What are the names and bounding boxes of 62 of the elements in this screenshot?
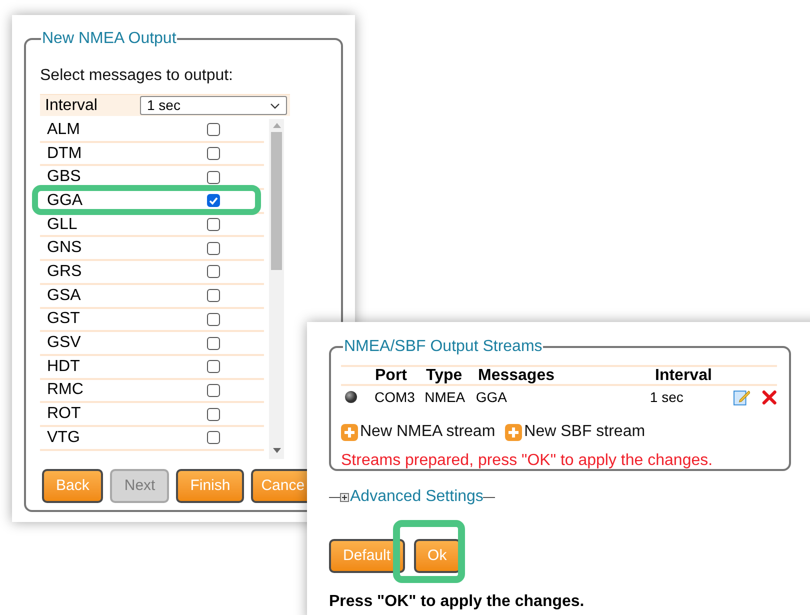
message-name: VTG bbox=[47, 428, 80, 448]
message-checkbox[interactable] bbox=[207, 170, 220, 184]
scrollbar[interactable] bbox=[269, 119, 284, 459]
section-legend: New NMEA Output bbox=[41, 27, 178, 51]
interval-label: Interval bbox=[45, 96, 98, 116]
message-checkbox[interactable] bbox=[207, 384, 220, 397]
message-checkbox[interactable] bbox=[207, 147, 220, 160]
chevron-down-icon bbox=[270, 102, 280, 108]
table-cell-text: 1 sec bbox=[650, 388, 684, 406]
add-stream-link[interactable]: New SBF stream bbox=[505, 420, 646, 444]
message-checkbox[interactable] bbox=[207, 408, 220, 421]
add-stream-link[interactable]: New NMEA stream bbox=[341, 420, 496, 444]
message-name: HDT bbox=[47, 356, 80, 377]
column-header: Messages bbox=[478, 366, 556, 386]
prompt-text: Select messages to output: bbox=[40, 66, 234, 86]
button[interactable]: Ok bbox=[414, 539, 461, 573]
table-cell-text: NMEA bbox=[424, 388, 466, 406]
section-legend: NMEA/SBF Output Streams bbox=[343, 335, 544, 359]
column-header: Interval bbox=[655, 366, 713, 386]
message-name: GST bbox=[47, 309, 80, 330]
highlight-frame bbox=[393, 520, 465, 583]
message-name: GLL bbox=[47, 214, 78, 235]
button[interactable]: Back bbox=[42, 469, 104, 503]
message-checkbox[interactable] bbox=[207, 265, 220, 278]
message-checkbox[interactable] bbox=[207, 360, 220, 374]
message-name: RMC bbox=[47, 380, 84, 400]
expand-icon bbox=[340, 492, 349, 502]
message-name: GBS bbox=[47, 167, 81, 188]
plus-icon bbox=[341, 424, 358, 440]
button[interactable]: Cance bbox=[251, 469, 308, 503]
message-name: GSV bbox=[47, 333, 81, 354]
column-header: Port bbox=[375, 366, 408, 386]
interval-select[interactable]: 1 sec bbox=[140, 96, 287, 115]
status-dot-icon bbox=[345, 391, 357, 403]
column-header: Type bbox=[426, 366, 464, 386]
button[interactable]: Default bbox=[329, 539, 405, 573]
message-checkbox[interactable] bbox=[207, 218, 220, 232]
scroll-down-icon[interactable] bbox=[272, 448, 280, 453]
table-cell-text: GGA bbox=[476, 388, 508, 406]
edit-icon[interactable] bbox=[732, 388, 750, 406]
delete-icon[interactable] bbox=[762, 390, 777, 404]
plus-icon bbox=[505, 424, 522, 440]
message-checkbox[interactable] bbox=[207, 336, 220, 350]
message-name: ROT bbox=[47, 404, 81, 424]
message-checkbox[interactable] bbox=[207, 312, 220, 326]
message-name: ALM bbox=[47, 120, 80, 140]
scrollbar-thumb[interactable] bbox=[271, 132, 282, 270]
message-checkbox[interactable] bbox=[207, 194, 220, 208]
message-checkbox[interactable] bbox=[207, 242, 220, 255]
message-name: GSA bbox=[47, 286, 81, 306]
message-name: GNS bbox=[47, 238, 82, 258]
footer-note: Press "OK" to apply the changes. bbox=[329, 592, 586, 612]
message-checkbox[interactable] bbox=[207, 431, 220, 444]
message-name: DTM bbox=[47, 144, 82, 164]
status-message: Streams prepared, press "OK" to apply the changes. bbox=[341, 451, 714, 471]
button[interactable]: Finish bbox=[176, 469, 244, 503]
advanced-settings-toggle[interactable]: Advanced Settings bbox=[340, 485, 484, 509]
message-name: GRS bbox=[47, 262, 82, 282]
table-cell-text: COM3 bbox=[374, 388, 416, 406]
message-checkbox[interactable] bbox=[207, 289, 220, 302]
message-checkbox[interactable] bbox=[207, 123, 220, 136]
message-name: GGA bbox=[47, 190, 83, 211]
